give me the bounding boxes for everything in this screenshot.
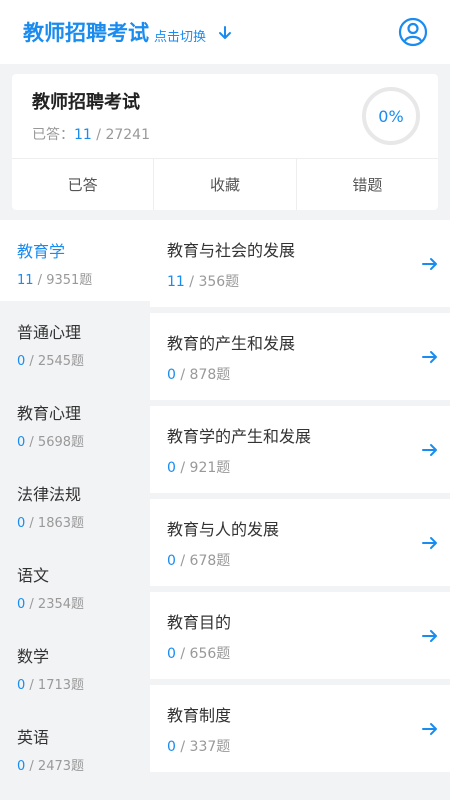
sidebar-item-label: 法律法规	[17, 485, 82, 504]
answered-label: 已答：	[32, 127, 74, 143]
chapter-count: 11 / 356题	[167, 273, 240, 290]
sidebar-item-label: 英语	[17, 728, 50, 747]
sidebar-item-count: 0 / 5698题	[17, 435, 85, 450]
chapter-card[interactable]: 教育的产生和发展 0 / 878题	[150, 313, 450, 400]
tab-wrong[interactable]: 错题	[297, 159, 438, 210]
sidebar-item-label: 教育心理	[17, 404, 82, 423]
sidebar-item-count: 0 / 2354题	[17, 597, 85, 612]
app-title: 教师招聘考试	[23, 21, 149, 45]
total-count: / 27241	[96, 127, 150, 143]
sidebar-item-label: 数学	[17, 647, 50, 666]
chapter-card[interactable]: 教育制度 0 / 337题	[150, 685, 450, 772]
sidebar-item-count: 0 / 2545题	[17, 354, 85, 369]
chapter-list: 教育与社会的发展 11 / 356题 教育的产生和发展 0 / 878题 教育学…	[150, 220, 450, 796]
sidebar-item-educational-psychology[interactable]: 教育心理 0 / 5698题	[0, 382, 150, 463]
chapter-card[interactable]: 教育与人的发展 0 / 678题	[150, 499, 450, 586]
tab-answered[interactable]: 已答	[12, 159, 155, 210]
sidebar-item-math[interactable]: 数学 0 / 1713题	[0, 625, 150, 706]
summary-stats: 已答：11 / 27241	[32, 124, 150, 144]
chapter-info: 教育学的产生和发展 0 / 921题	[167, 423, 311, 477]
sidebar-item-pedagogy[interactable]: 教育学 11 / 9351题	[0, 220, 150, 301]
sidebar-item-count: 11 / 9351题	[17, 273, 93, 288]
chapter-info: 教育与社会的发展 11 / 356题	[167, 237, 295, 291]
chapter-count: 0 / 678题	[167, 552, 231, 569]
arrow-right-icon[interactable]	[410, 534, 450, 552]
sidebar-item-label: 语文	[17, 566, 50, 585]
chapter-count: 0 / 921题	[167, 459, 231, 476]
chapter-count: 0 / 878题	[167, 366, 231, 383]
chapter-count: 0 / 656题	[167, 645, 231, 662]
sidebar-item-count: 0 / 1713题	[17, 678, 85, 693]
chapter-title: 教育目的	[167, 612, 232, 632]
arrow-right-icon[interactable]	[410, 255, 450, 273]
chapter-title: 教育的产生和发展	[167, 333, 296, 353]
switch-label[interactable]: 点击切换	[154, 26, 206, 45]
chapter-card[interactable]: 教育学的产生和发展 0 / 921题	[150, 406, 450, 493]
chapter-info: 教育的产生和发展 0 / 878题	[167, 330, 295, 384]
summary-info: 教师招聘考试 已答：11 / 27241	[32, 88, 150, 144]
content-area: 教育学 11 / 9351题 普通心理 0 / 2545题 教育心理 0 / 5…	[0, 220, 450, 796]
progress-value: 0%	[378, 106, 404, 126]
chapter-info: 教育目的 0 / 656题	[167, 609, 231, 663]
user-circle-icon[interactable]	[398, 17, 428, 47]
sidebar-item-label: 教育学	[17, 242, 66, 261]
sidebar-item-chinese[interactable]: 语文 0 / 2354题	[0, 544, 150, 625]
chapter-card[interactable]: 教育目的 0 / 656题	[150, 592, 450, 679]
sidebar-item-english[interactable]: 英语 0 / 2473题	[0, 706, 150, 787]
chapter-title: 教育与人的发展	[167, 519, 280, 539]
sidebar-item-count: 0 / 2473题	[17, 759, 85, 774]
arrow-right-icon[interactable]	[410, 441, 450, 459]
exam-switcher[interactable]: 教师招聘考试 点击切换	[23, 17, 236, 47]
arrow-right-icon[interactable]	[410, 348, 450, 366]
answered-count: 11	[74, 127, 92, 143]
sidebar-item-count: 0 / 1863题	[17, 516, 85, 531]
chapter-title: 教育制度	[167, 705, 232, 725]
summary-title: 教师招聘考试	[32, 92, 140, 113]
app-header: 教师招聘考试 点击切换	[0, 0, 450, 64]
summary-tabs: 已答 收藏 错题	[12, 158, 438, 210]
subject-sidebar: 教育学 11 / 9351题 普通心理 0 / 2545题 教育心理 0 / 5…	[0, 220, 150, 796]
chapter-count: 0 / 337题	[167, 738, 231, 755]
chapter-title: 教育学的产生和发展	[167, 426, 312, 446]
sidebar-item-general-psychology[interactable]: 普通心理 0 / 2545题	[0, 301, 150, 382]
chapter-title: 教育与社会的发展	[167, 240, 296, 260]
arrow-down-icon[interactable]	[214, 22, 236, 44]
sidebar-item-law[interactable]: 法律法规 0 / 1863题	[0, 463, 150, 544]
chapter-card[interactable]: 教育与社会的发展 11 / 356题	[150, 220, 450, 307]
arrow-right-icon[interactable]	[410, 720, 450, 738]
tab-favorites[interactable]: 收藏	[154, 159, 297, 210]
sidebar-item-label: 普通心理	[17, 323, 82, 342]
chapter-info: 教育制度 0 / 337题	[167, 702, 231, 756]
summary-header: 教师招聘考试 已答：11 / 27241 0%	[12, 74, 438, 158]
exam-summary-card: 教师招聘考试 已答：11 / 27241 0% 已答 收藏 错题	[12, 74, 438, 210]
progress-ring: 0%	[362, 87, 420, 145]
chapter-info: 教育与人的发展 0 / 678题	[167, 516, 279, 570]
arrow-right-icon[interactable]	[410, 627, 450, 645]
